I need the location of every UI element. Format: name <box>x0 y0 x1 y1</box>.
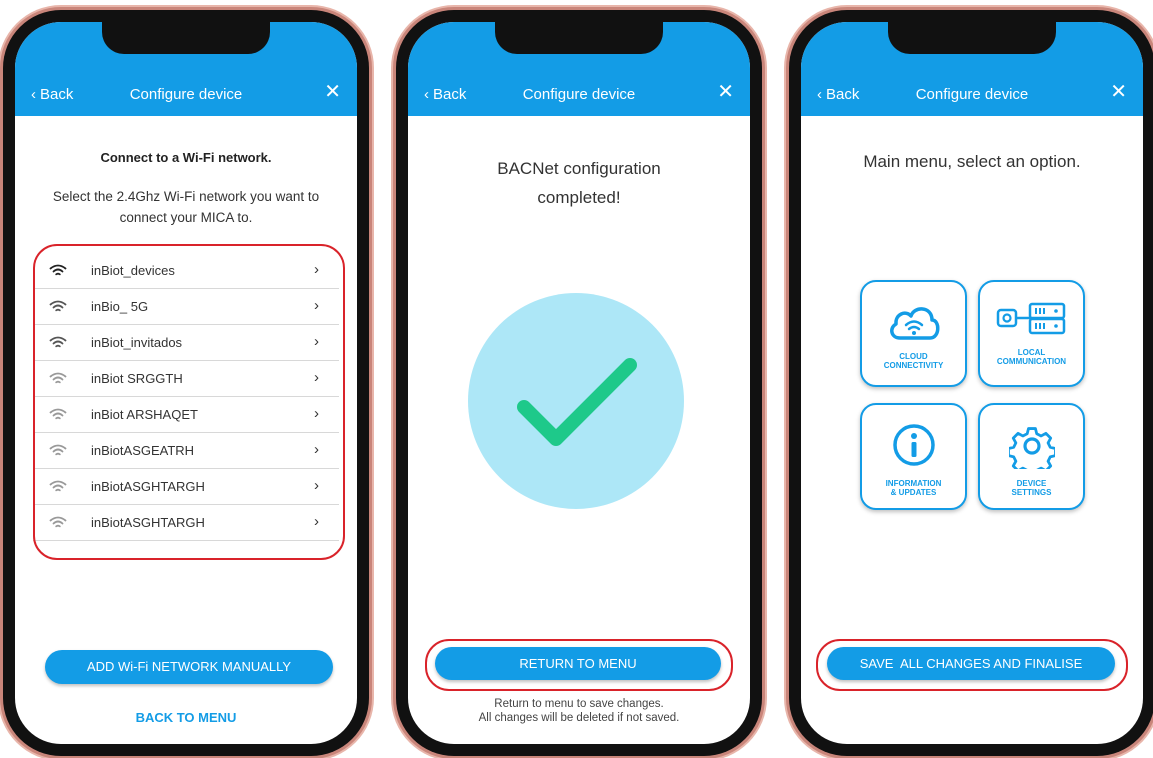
highlight-outline <box>33 244 345 560</box>
completion-title-line2: completed! <box>537 188 621 207</box>
cloud-connectivity-tile[interactable]: CLOUD CONNECTIVITY <box>860 280 967 387</box>
tile-label: LOCAL COMMUNICATION <box>980 348 1083 366</box>
header-title: Configure device <box>129 86 243 103</box>
server-icon <box>996 302 1065 335</box>
close-icon[interactable]: ✕ <box>324 82 341 102</box>
close-icon[interactable]: ✕ <box>1110 82 1127 102</box>
main-menu-title: Main menu, select an option. <box>863 152 1081 171</box>
local-communication-tile[interactable]: LOCAL COMMUNICATION <box>978 280 1085 387</box>
save-and-finalise-button[interactable]: SAVE ALL CHANGES AND FINALISE <box>827 647 1115 680</box>
info-icon <box>892 424 935 466</box>
tile-label-line1: DEVICE <box>1016 479 1047 488</box>
screen: ‹ Back Configure device ✕ BACNet configur… <box>408 22 750 744</box>
information-updates-tile[interactable]: INFORMATION & UPDATES <box>860 403 967 510</box>
tile-label: INFORMATION & UPDATES <box>862 479 965 497</box>
tile-label-line1: CLOUD <box>899 352 928 361</box>
screen: ‹ Back Configure device ✕ Main menu, sele… <box>801 22 1143 744</box>
close-icon[interactable]: ✕ <box>717 82 734 102</box>
tile-label-line2: & UPDATES <box>890 488 937 497</box>
header-title: Configure device <box>915 86 1029 103</box>
completion-title-line1: BACNet configuration <box>497 159 661 178</box>
add-wifi-manually-button[interactable]: ADD Wi-Fi NETWORK MANUALLY <box>45 650 333 684</box>
phone-main-menu-screen: ‹ Back Configure device ✕ Main menu, sele… <box>789 10 1153 756</box>
save-warning-note: Return to menu to save changes. All chan… <box>408 697 750 725</box>
cloud-wifi-icon <box>889 307 939 340</box>
tile-label-line1: INFORMATION <box>885 479 942 488</box>
phone-wifi-screen: ‹ Back Configure device ✕ Connect to a Wi… <box>3 10 369 756</box>
tile-label-line2: COMMUNICATION <box>996 357 1067 366</box>
return-to-menu-button[interactable]: RETURN TO MENU <box>435 647 721 680</box>
tile-label-line2: SETTINGS <box>1011 488 1052 497</box>
completion-title: BACNet configuration completed! <box>408 154 750 212</box>
back-to-menu-link[interactable]: BACK TO MENU <box>15 710 357 725</box>
tile-label-line1: LOCAL <box>1017 348 1046 357</box>
tile-label: DEVICE SETTINGS <box>980 479 1083 497</box>
wifi-heading: Connect to a Wi-Fi network. <box>100 150 272 165</box>
tile-label-line2: CONNECTIVITY <box>883 361 944 370</box>
note-line1: Return to menu to save changes. <box>494 698 664 710</box>
gear-icon <box>1008 427 1055 469</box>
wifi-subtitle: Select the 2.4Ghz Wi-Fi network you want… <box>52 189 320 225</box>
header-title: Configure device <box>522 86 636 103</box>
phone-bacnet-screen: ‹ Back Configure device ✕ BACNet configur… <box>396 10 762 756</box>
screen: ‹ Back Configure device ✕ Connect to a Wi… <box>15 22 357 744</box>
device-settings-tile[interactable]: DEVICE SETTINGS <box>978 403 1085 510</box>
phone-notch <box>495 22 663 54</box>
phone-notch <box>888 22 1056 54</box>
note-line2: All changes will be deleted if not saved… <box>478 712 680 724</box>
phone-notch <box>102 22 270 54</box>
checkmark-icon <box>517 358 637 446</box>
tile-label: CLOUD CONNECTIVITY <box>862 352 965 370</box>
success-circle <box>468 293 684 509</box>
